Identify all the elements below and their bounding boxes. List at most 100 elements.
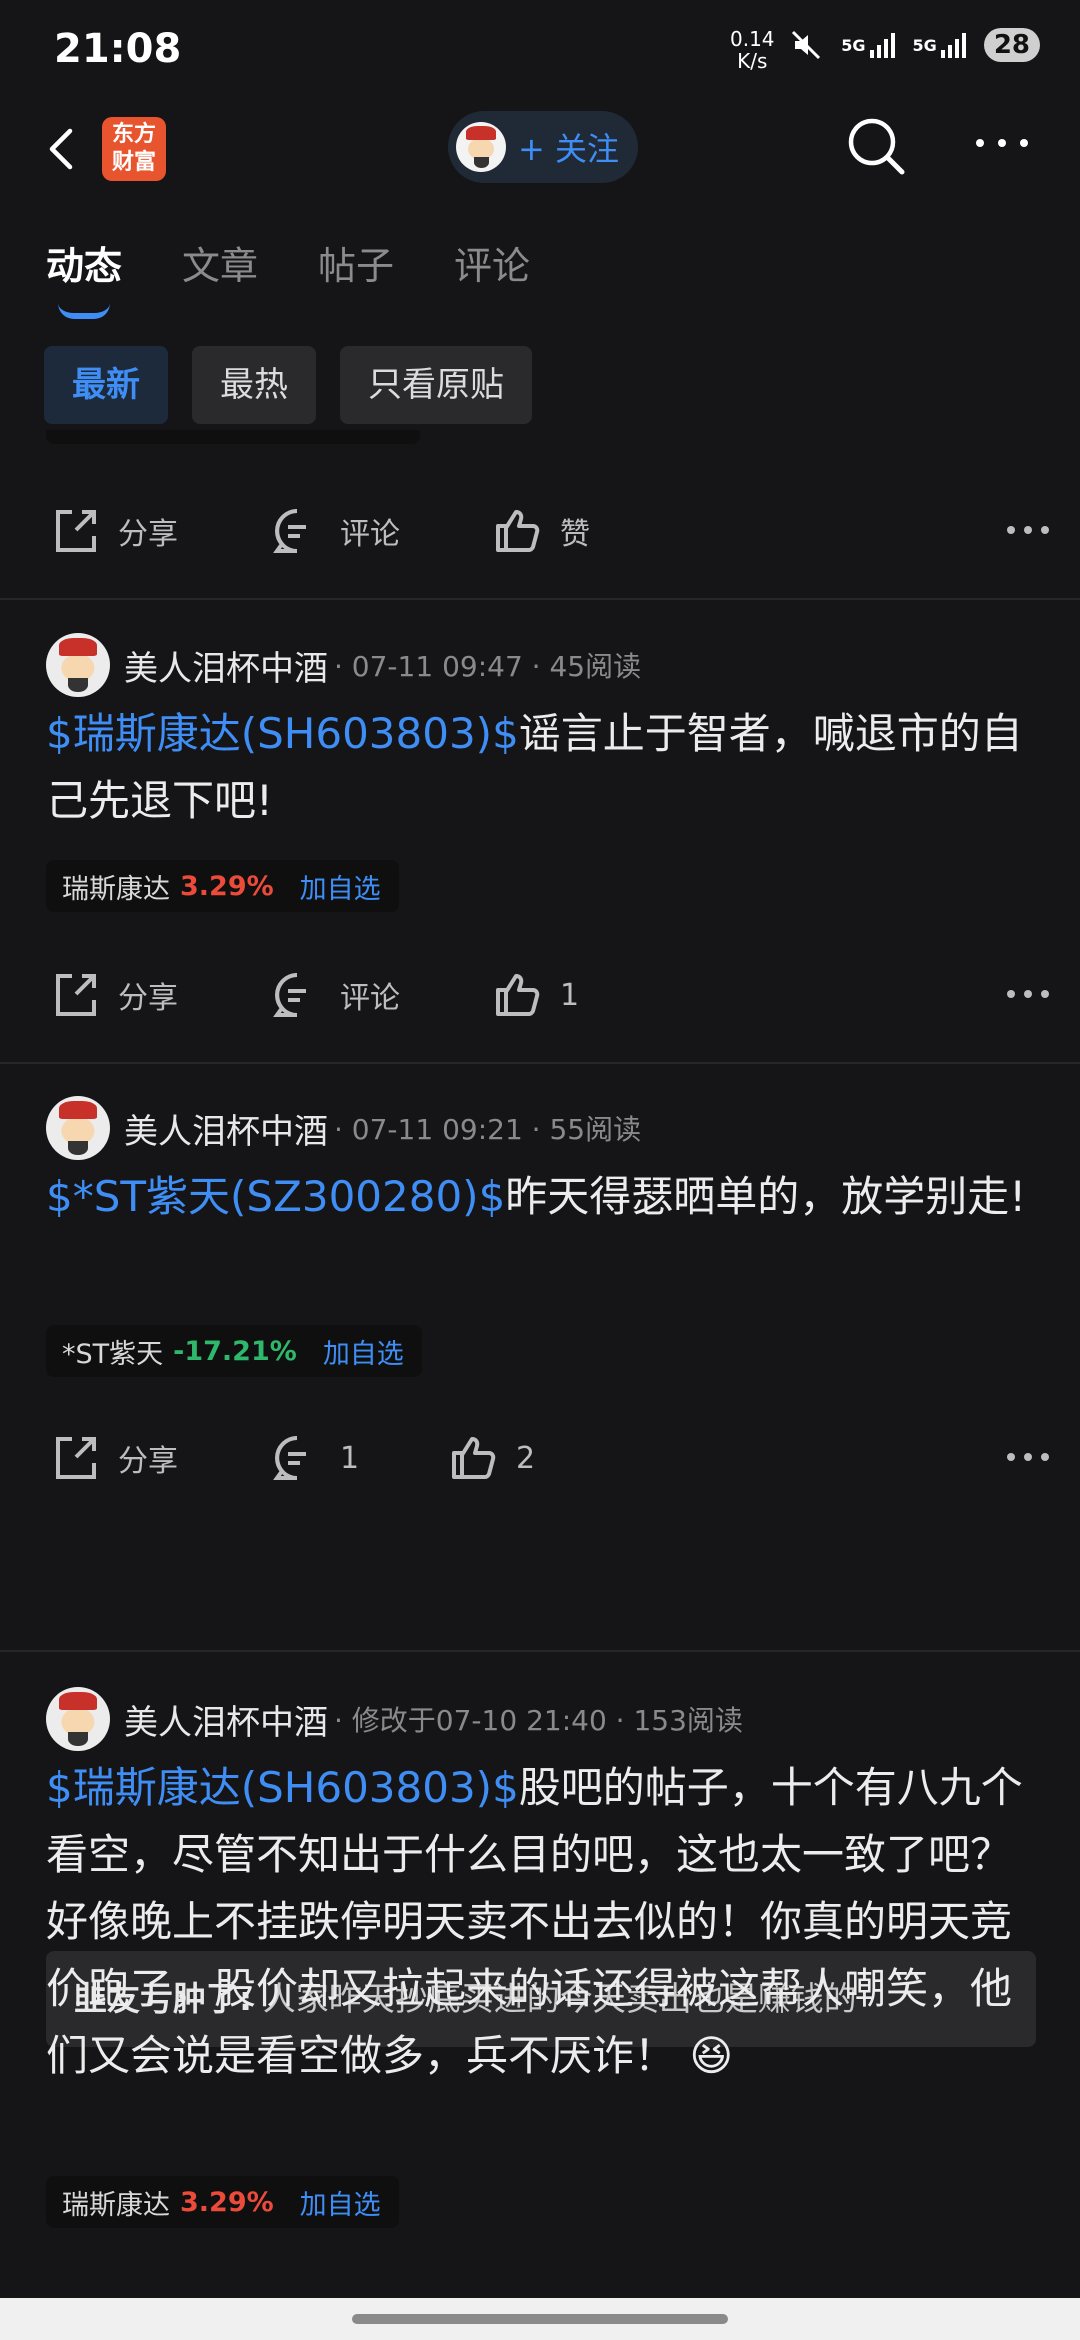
post-meta: · 修改于07-10 21:40 · 153阅读 — [334, 1704, 743, 1737]
filter-chips: 最新 最热 只看原贴 — [44, 346, 532, 424]
share-label: 分享 — [118, 517, 178, 552]
status-bar: 21:08 0.14 K/s 5G 5G 28 — [0, 0, 1080, 100]
tab-dynamic[interactable]: 动态 — [46, 235, 122, 290]
like-count: 1 — [560, 977, 580, 1013]
comment-icon — [273, 509, 306, 553]
share-button[interactable]: 分享 — [50, 1433, 178, 1483]
tab-comments[interactable]: 评论 — [454, 235, 530, 290]
net-speed-unit: K/s — [737, 49, 768, 73]
logo-line1: 东方 — [111, 122, 156, 147]
author-name[interactable]: 美人泪杯中酒 — [124, 1695, 328, 1744]
app-logo: 东方 财富 — [102, 117, 166, 181]
more-options-icon[interactable] — [1006, 1450, 1050, 1464]
stock-tag[interactable] — [46, 430, 420, 444]
profile-tabs: 动态 文章 帖子 评论 — [0, 235, 1080, 319]
filter-hottest[interactable]: 最热 — [192, 346, 316, 424]
top-bar: 东方 财富 + 关注 — [0, 105, 1080, 195]
add-watchlist-link[interactable]: 加自选 — [323, 1332, 404, 1371]
post-header: 美人泪杯中酒 · 07-11 09:47 · 45阅读 — [46, 632, 641, 698]
share-icon — [56, 974, 96, 1016]
back-icon[interactable] — [40, 123, 90, 173]
filter-original-only[interactable]: 只看原贴 — [340, 346, 532, 424]
share-icon — [56, 1437, 96, 1479]
like-button[interactable]: 2 — [448, 1433, 535, 1483]
divider — [0, 1650, 1080, 1652]
tab-articles[interactable]: 文章 — [182, 235, 258, 290]
author-name[interactable]: 美人泪杯中酒 — [124, 1104, 328, 1153]
share-label: 分享 — [118, 981, 178, 1016]
share-icon — [56, 510, 96, 552]
avatar — [456, 122, 506, 172]
follow-label: + 关注 — [518, 130, 619, 168]
stock-link[interactable]: $瑞斯康达(SH603803)$ — [46, 1763, 519, 1812]
signal-1: 5G — [841, 32, 895, 58]
stock-link[interactable]: $瑞斯康达(SH603803)$ — [46, 709, 519, 758]
comment-button[interactable]: 评论 — [272, 970, 400, 1020]
post-text: 昨天得瑟晒单的，放学别走! — [505, 1172, 1027, 1221]
post-actions: 分享 1 2 — [0, 1425, 1080, 1495]
stock-link[interactable]: $*ST紫天(SZ300280)$ — [46, 1172, 505, 1221]
avatar[interactable] — [46, 1687, 110, 1751]
signal-2: 5G — [913, 32, 966, 58]
comment-icon — [273, 973, 306, 1017]
post-meta: · 07-11 09:21 · 55阅读 — [334, 1113, 642, 1146]
feed: 分享 评论 赞 美人泪杯中酒 · 07-11 09:47 · 45阅读 $瑞斯康… — [0, 430, 1080, 2298]
signal-bars-icon — [940, 32, 966, 58]
stock-change: 3.29% — [180, 870, 274, 902]
comment-button[interactable]: 评论 — [272, 506, 400, 556]
active-tab-indicator — [58, 303, 110, 319]
thumbs-up-icon — [496, 510, 540, 552]
thumbs-up-icon — [452, 1437, 496, 1479]
mute-icon — [792, 30, 821, 60]
filter-latest[interactable]: 最新 — [44, 346, 168, 424]
stock-name: 瑞斯康达 — [62, 873, 170, 905]
share-button[interactable]: 分享 — [50, 970, 178, 1020]
post-header: 美人泪杯中酒 · 07-11 09:21 · 55阅读 — [46, 1095, 641, 1161]
stock-tag[interactable]: 瑞斯康达 3.29% 加自选 — [46, 860, 399, 912]
search-icon[interactable] — [845, 115, 907, 177]
sim2-label: 5G — [912, 35, 937, 55]
share-button[interactable]: 分享 — [50, 506, 178, 556]
like-count: 2 — [516, 1440, 536, 1476]
stock-tag[interactable]: *ST紫天 -17.21% 加自选 — [46, 1325, 422, 1377]
comment-button[interactable]: 1 — [272, 1433, 359, 1483]
logo-line2: 财富 — [111, 150, 156, 175]
tab-posts[interactable]: 帖子 — [318, 235, 394, 290]
avatar[interactable] — [46, 1096, 110, 1160]
network-speed: 0.14 K/s — [730, 28, 775, 72]
post-content[interactable]: $瑞斯康达(SH603803)$谣言止于智者，喊退市的自己先退下吧! — [46, 700, 1036, 834]
post-actions: 分享 评论 赞 — [0, 498, 1080, 568]
author-name[interactable]: 美人泪杯中酒 — [124, 641, 328, 690]
avatar[interactable] — [46, 633, 110, 697]
post-meta: · 07-11 09:47 · 45阅读 — [334, 650, 642, 683]
follow-button[interactable]: + 关注 — [448, 111, 638, 183]
signal-bars-icon — [869, 32, 895, 58]
stock-tag[interactable]: 瑞斯康达 3.29% 加自选 — [46, 2176, 399, 2228]
stock-name: *ST紫天 — [62, 1338, 164, 1370]
post-content[interactable]: $瑞斯康达(SH603803)$股吧的帖子，十个有八九个看空，尽管不知出于什么目… — [46, 1754, 1036, 2089]
net-speed-value: 0.14 — [730, 27, 775, 51]
add-watchlist-link[interactable]: 加自选 — [300, 867, 381, 906]
more-options-icon[interactable] — [1006, 987, 1050, 1001]
like-button[interactable]: 赞 — [492, 506, 590, 556]
stock-change: -17.21% — [173, 1335, 297, 1367]
thumbs-up-icon — [496, 974, 540, 1016]
add-watchlist-link[interactable]: 加自选 — [300, 2183, 381, 2222]
more-options-icon[interactable] — [1006, 523, 1050, 537]
comment-count: 1 — [340, 1440, 360, 1476]
stock-change: 3.29% — [180, 2186, 274, 2218]
comment-label: 评论 — [340, 517, 400, 552]
like-label: 赞 — [560, 517, 590, 552]
comment-label: 评论 — [340, 981, 400, 1016]
comment-icon — [273, 1436, 306, 1480]
more-options-icon[interactable] — [974, 133, 1030, 153]
post-content[interactable]: $*ST紫天(SZ300280)$昨天得瑟晒单的，放学别走! — [46, 1163, 1036, 1230]
stock-name: 瑞斯康达 — [62, 2189, 170, 2221]
post-actions: 分享 评论 1 — [0, 962, 1080, 1032]
home-gesture-handle[interactable] — [352, 2314, 728, 2324]
divider — [0, 598, 1080, 600]
like-button[interactable]: 1 — [492, 970, 579, 1020]
battery-level: 28 — [983, 28, 1040, 62]
status-icons: 5G 5G 28 — [789, 28, 1040, 62]
share-label: 分享 — [118, 1444, 178, 1479]
